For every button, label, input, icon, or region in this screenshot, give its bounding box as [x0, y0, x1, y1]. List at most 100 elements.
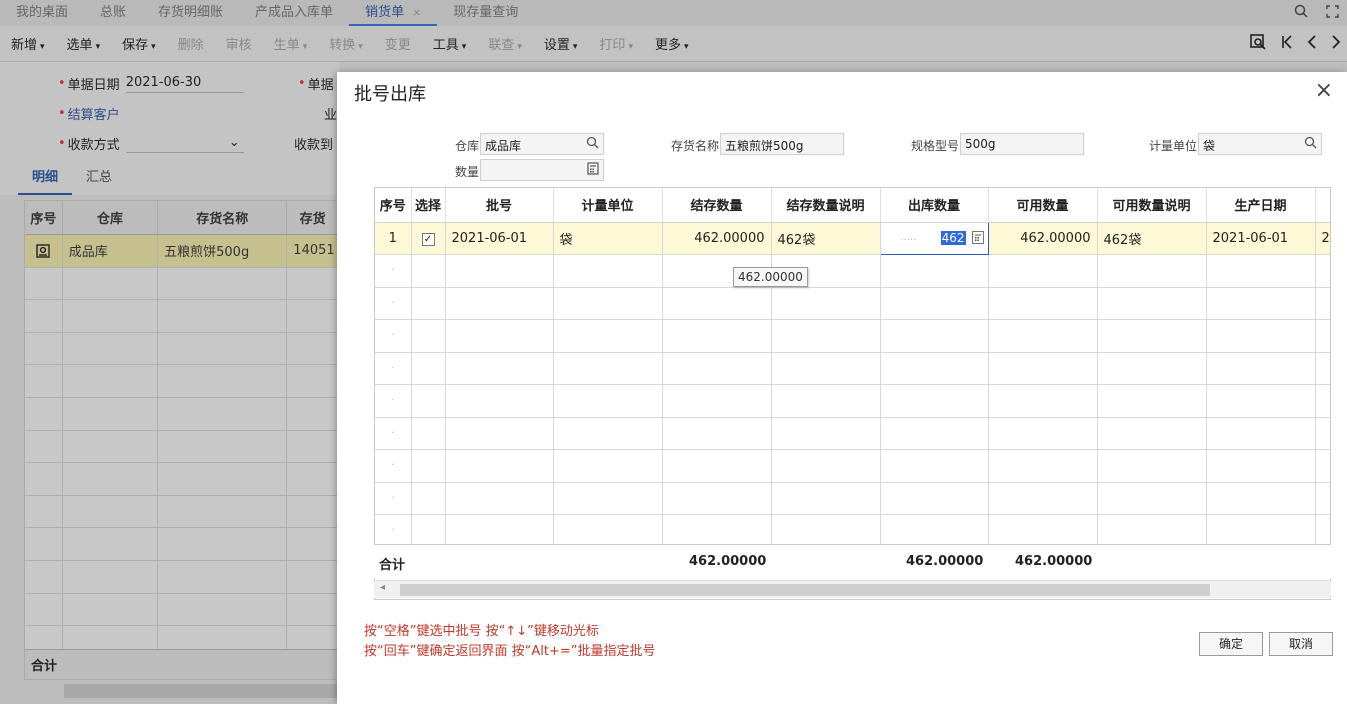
col-avail-qty[interactable]: 可用数量	[988, 188, 1098, 223]
generate-button[interactable]: 生单 ▾	[263, 34, 319, 53]
select-checkbox-cell[interactable]: ✓	[411, 222, 446, 255]
table-row[interactable]: ·	[375, 319, 1330, 353]
unit-field[interactable]: 袋	[1198, 133, 1322, 155]
tab-stock-query[interactable]: 现存量查询	[437, 0, 534, 26]
table-row[interactable]	[25, 528, 339, 561]
audit-button[interactable]: 审核	[215, 34, 263, 53]
out-qty-input[interactable]: ..... 462	[879, 221, 989, 255]
cell-item-code[interactable]: 14051	[287, 235, 339, 267]
pay-method-row: • 收款方式 ⌄	[58, 134, 244, 153]
table-row[interactable]: ·	[375, 384, 1330, 418]
col-unit[interactable]: 计量单位	[553, 188, 663, 223]
warehouse-field[interactable]: 成品库	[480, 133, 604, 155]
scrollbar-thumb[interactable]	[400, 584, 1210, 596]
table-row[interactable]	[25, 593, 339, 627]
ok-button[interactable]: 确定	[1199, 632, 1263, 656]
row-header: ·	[375, 384, 412, 418]
table-row[interactable]: ·	[375, 287, 1330, 320]
save-button[interactable]: 保存 ▾	[111, 34, 167, 53]
cell-stock-qty-desc[interactable]: 462袋	[771, 222, 881, 255]
horizontal-scrollbar[interactable]: ◂	[374, 580, 1331, 598]
settings-button[interactable]: 设置 ▾	[533, 34, 589, 53]
date-value: 2021-06-30	[125, 74, 202, 90]
new-button[interactable]: 新增 ▾	[0, 34, 56, 53]
first-page-icon[interactable]	[1281, 34, 1293, 55]
cell-batch-no[interactable]: 2021-06-01	[445, 222, 554, 255]
date-input[interactable]: 2021-06-30	[125, 74, 244, 93]
table-row[interactable]	[25, 365, 339, 398]
horizontal-scrollbar[interactable]	[64, 684, 340, 698]
table-row[interactable]	[25, 495, 339, 529]
qty-field[interactable]	[480, 159, 604, 181]
tab-detail[interactable]: 明细	[18, 163, 73, 195]
item-name-label: 存货名称	[670, 139, 719, 153]
tab-close-icon[interactable]: ×	[412, 6, 421, 19]
date-label: 单据日期	[67, 78, 120, 93]
select-checkbox[interactable]: ✓	[421, 232, 435, 246]
table-row[interactable]: 成品库 五粮煎饼500g 14051	[25, 235, 339, 268]
search-icon[interactable]	[1304, 136, 1317, 153]
change-button[interactable]: 变更	[374, 34, 422, 53]
table-row[interactable]: ·	[375, 254, 1330, 288]
table-row[interactable]: ·	[375, 514, 1330, 548]
table-row[interactable]: ·	[375, 417, 1330, 450]
prev-page-icon[interactable]	[1307, 34, 1317, 55]
locate-icon[interactable]	[1249, 33, 1267, 56]
cell-prod-date[interactable]: 2021-06-01	[1206, 222, 1316, 255]
search-icon[interactable]	[1294, 4, 1308, 22]
table-row[interactable]	[25, 300, 339, 333]
tab-product-receipt[interactable]: 产成品入库单	[239, 0, 349, 26]
tab-summary[interactable]: 汇总	[72, 163, 126, 195]
table-row[interactable]: ·	[375, 352, 1330, 385]
row-locate-icon[interactable]	[25, 235, 63, 267]
select-doc-button[interactable]: 选单 ▾	[56, 34, 112, 53]
search-icon[interactable]	[586, 136, 599, 153]
cancel-button[interactable]: 取消	[1269, 632, 1333, 656]
col-out-qty[interactable]: 出库数量	[880, 188, 989, 223]
scroll-left-icon[interactable]: ◂	[380, 582, 385, 593]
col-stock-qty[interactable]: 结存数量	[662, 188, 772, 223]
calculator-icon[interactable]	[587, 162, 599, 179]
print-button[interactable]: 打印 ▾	[588, 34, 644, 53]
calculator-icon[interactable]	[971, 230, 984, 244]
spec-value: 500g	[965, 137, 996, 151]
table-row[interactable]: ·	[375, 449, 1330, 483]
col-avail-qty-desc[interactable]: 可用数量说明	[1097, 188, 1207, 223]
convert-button[interactable]: 转换 ▾	[318, 34, 374, 53]
customer-link[interactable]: 结算客户	[68, 104, 120, 123]
cell-warehouse[interactable]: 成品库	[62, 235, 159, 267]
table-row[interactable]	[25, 430, 339, 464]
tab-inventory-ledger[interactable]: 存货明细账	[142, 0, 239, 26]
col-select[interactable]: 选择	[411, 188, 446, 223]
table-row[interactable]	[25, 267, 339, 301]
tab-general-ledger[interactable]: 总账	[84, 0, 142, 26]
col-prod-date[interactable]: 生产日期	[1206, 188, 1316, 223]
more-button[interactable]: 更多 ▾	[644, 34, 700, 53]
table-row[interactable]: ·	[375, 482, 1330, 515]
pay-method-select[interactable]: ⌄	[125, 135, 244, 153]
table-row[interactable]	[25, 397, 339, 431]
cell-overflow[interactable]: 20	[1315, 222, 1330, 255]
delete-button[interactable]: 删除	[167, 34, 215, 53]
col-batch-no[interactable]: 批号	[445, 188, 554, 223]
required-mark: •	[58, 76, 66, 91]
col-seq: 序号	[25, 201, 63, 234]
tools-button[interactable]: 工具 ▾	[422, 34, 478, 53]
linked-query-button[interactable]: 联查 ▾	[477, 34, 533, 53]
table-row[interactable]	[25, 463, 339, 496]
cell-avail-qty[interactable]: 462.00000	[988, 222, 1098, 255]
cell-unit[interactable]: 袋	[553, 222, 663, 255]
fullscreen-icon[interactable]	[1326, 4, 1339, 22]
cell-item-name[interactable]: 五粮煎饼500g	[158, 235, 288, 267]
table-row[interactable]	[25, 560, 339, 594]
table-row[interactable]: 1 ✓ 2021-06-01 袋 462.00000 462袋 ..... 46…	[375, 221, 1330, 255]
cell-avail-qty-desc[interactable]: 462袋	[1097, 222, 1207, 255]
table-row[interactable]	[25, 332, 339, 366]
cell-stock-qty[interactable]: 462.00000	[662, 222, 772, 255]
tab-desktop[interactable]: 我的桌面	[0, 0, 84, 26]
close-icon[interactable]: ×	[1315, 78, 1333, 103]
pay-method-label: 收款方式	[67, 138, 120, 153]
col-stock-qty-desc[interactable]: 结存数量说明	[771, 188, 881, 223]
next-page-icon[interactable]	[1331, 34, 1341, 55]
tab-sales-order[interactable]: 销货单 ×	[349, 0, 438, 26]
